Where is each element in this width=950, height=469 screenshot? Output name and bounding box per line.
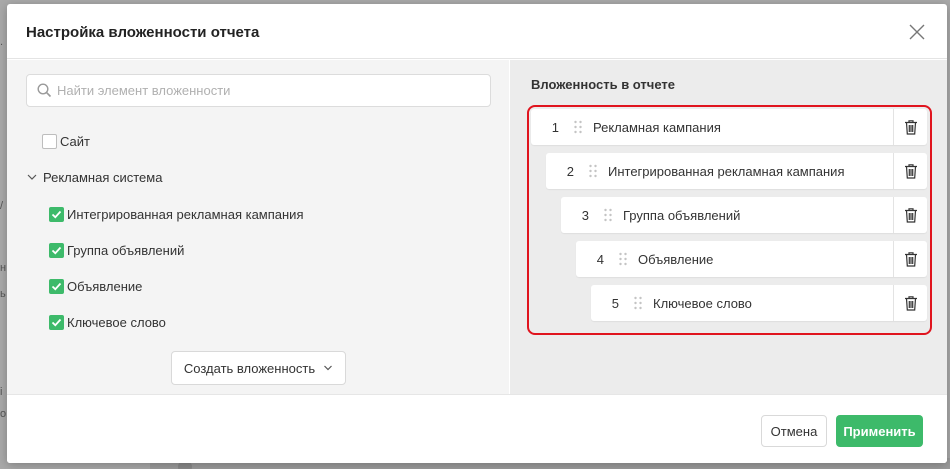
nesting-item-label: Группа объявлений [623,207,741,223]
nesting-title: Вложенность в отчете [531,77,675,92]
tree-item-label: Ключевое слово [67,314,166,330]
nesting-item-number: 5 [611,295,619,311]
delete-button[interactable] [893,197,927,233]
checkbox-checked[interactable] [49,206,64,222]
drag-handle-icon[interactable] [633,296,643,310]
apply-button[interactable]: Применить [836,415,923,447]
checkmark-icon [51,210,62,218]
nesting-item[interactable]: 1 Рекламная кампания [531,109,927,145]
nesting-item-label: Интегрированная рекламная кампания [608,163,845,179]
checkbox-checked[interactable] [49,242,64,258]
backdrop-fragment: / [0,200,4,212]
nesting-item[interactable]: 3 Группа объявлений [561,197,927,233]
nesting-item-number: 1 [551,119,559,135]
checkbox-checked[interactable] [49,314,64,330]
modal-footer: Отмена Применить [7,394,947,463]
cancel-button[interactable]: Отмена [761,415,827,447]
drag-handle-icon[interactable] [573,120,583,134]
tree-item-child[interactable]: Объявление [49,276,142,296]
available-elements-panel: Сайт Рекламная система Интегрированная р… [7,60,509,394]
close-icon [909,24,925,40]
drag-handle-icon[interactable] [588,164,598,178]
checkmark-icon [51,246,62,254]
tree-item-child[interactable]: Группа объявлений [49,240,184,260]
checkbox-checked[interactable] [49,278,64,294]
checkmark-icon [51,282,62,290]
tree-item-label: Интегрированная рекламная кампания [67,206,304,222]
search-field[interactable] [26,74,491,107]
nesting-item-label: Ключевое слово [653,295,752,311]
nesting-settings-modal: Настройка вложенности отчета Сайт Реклам… [7,4,947,463]
backdrop-fragment: . [0,36,4,48]
nesting-item-number: 3 [581,207,589,223]
close-button[interactable] [909,24,925,40]
tree-item-child[interactable]: Интегрированная рекламная кампания [49,204,303,224]
backdrop-fragment: i [0,386,3,398]
trash-icon [904,252,917,267]
backdrop-fragment: ь [0,288,6,300]
nesting-item-number: 4 [596,251,604,267]
tree-item-site[interactable]: Сайт [42,131,90,151]
trash-icon [904,164,917,179]
nesting-item[interactable]: 5 Ключевое слово [591,285,927,321]
tree-item-label: Группа объявлений [67,242,185,258]
trash-icon [904,208,917,223]
delete-button[interactable] [893,285,927,321]
checkbox-unchecked[interactable] [42,133,57,149]
report-nesting-panel: Вложенность в отчете 1 Рекламная кампани… [510,60,947,394]
tree-item-label: Объявление [67,278,143,294]
trash-icon [904,120,917,135]
delete-button[interactable] [893,153,927,189]
create-nesting-label: Создать вложенность [183,360,316,376]
tree-item-label: Сайт [60,133,90,149]
nesting-item[interactable]: 4 Объявление [576,241,927,277]
tree-group-ad-system[interactable]: Рекламная система [26,167,162,187]
nesting-item-label: Объявление [638,251,714,267]
nesting-item-label: Рекламная кампания [593,119,721,135]
tree-group-label: Рекламная система [43,169,163,185]
tree-item-child[interactable]: Ключевое слово [49,312,166,332]
modal-header: Настройка вложенности отчета [7,4,947,59]
modal-title: Настройка вложенности отчета [26,24,260,41]
delete-button[interactable] [893,241,927,277]
nesting-item[interactable]: 2 Интегрированная рекламная кампания [546,153,927,189]
drag-handle-icon[interactable] [603,208,613,222]
search-icon [37,83,52,98]
checkmark-icon [51,318,62,326]
backdrop-fragment: н [0,262,7,274]
chevron-down-icon [324,365,333,371]
chevron-down-icon[interactable] [26,171,38,183]
backdrop-fragment: о [0,408,7,420]
create-nesting-button[interactable]: Создать вложенность [171,351,346,385]
drag-handle-icon[interactable] [618,252,628,266]
search-input[interactable] [57,75,482,106]
delete-button[interactable] [893,109,927,145]
trash-icon [904,296,917,311]
nesting-item-number: 2 [566,163,574,179]
